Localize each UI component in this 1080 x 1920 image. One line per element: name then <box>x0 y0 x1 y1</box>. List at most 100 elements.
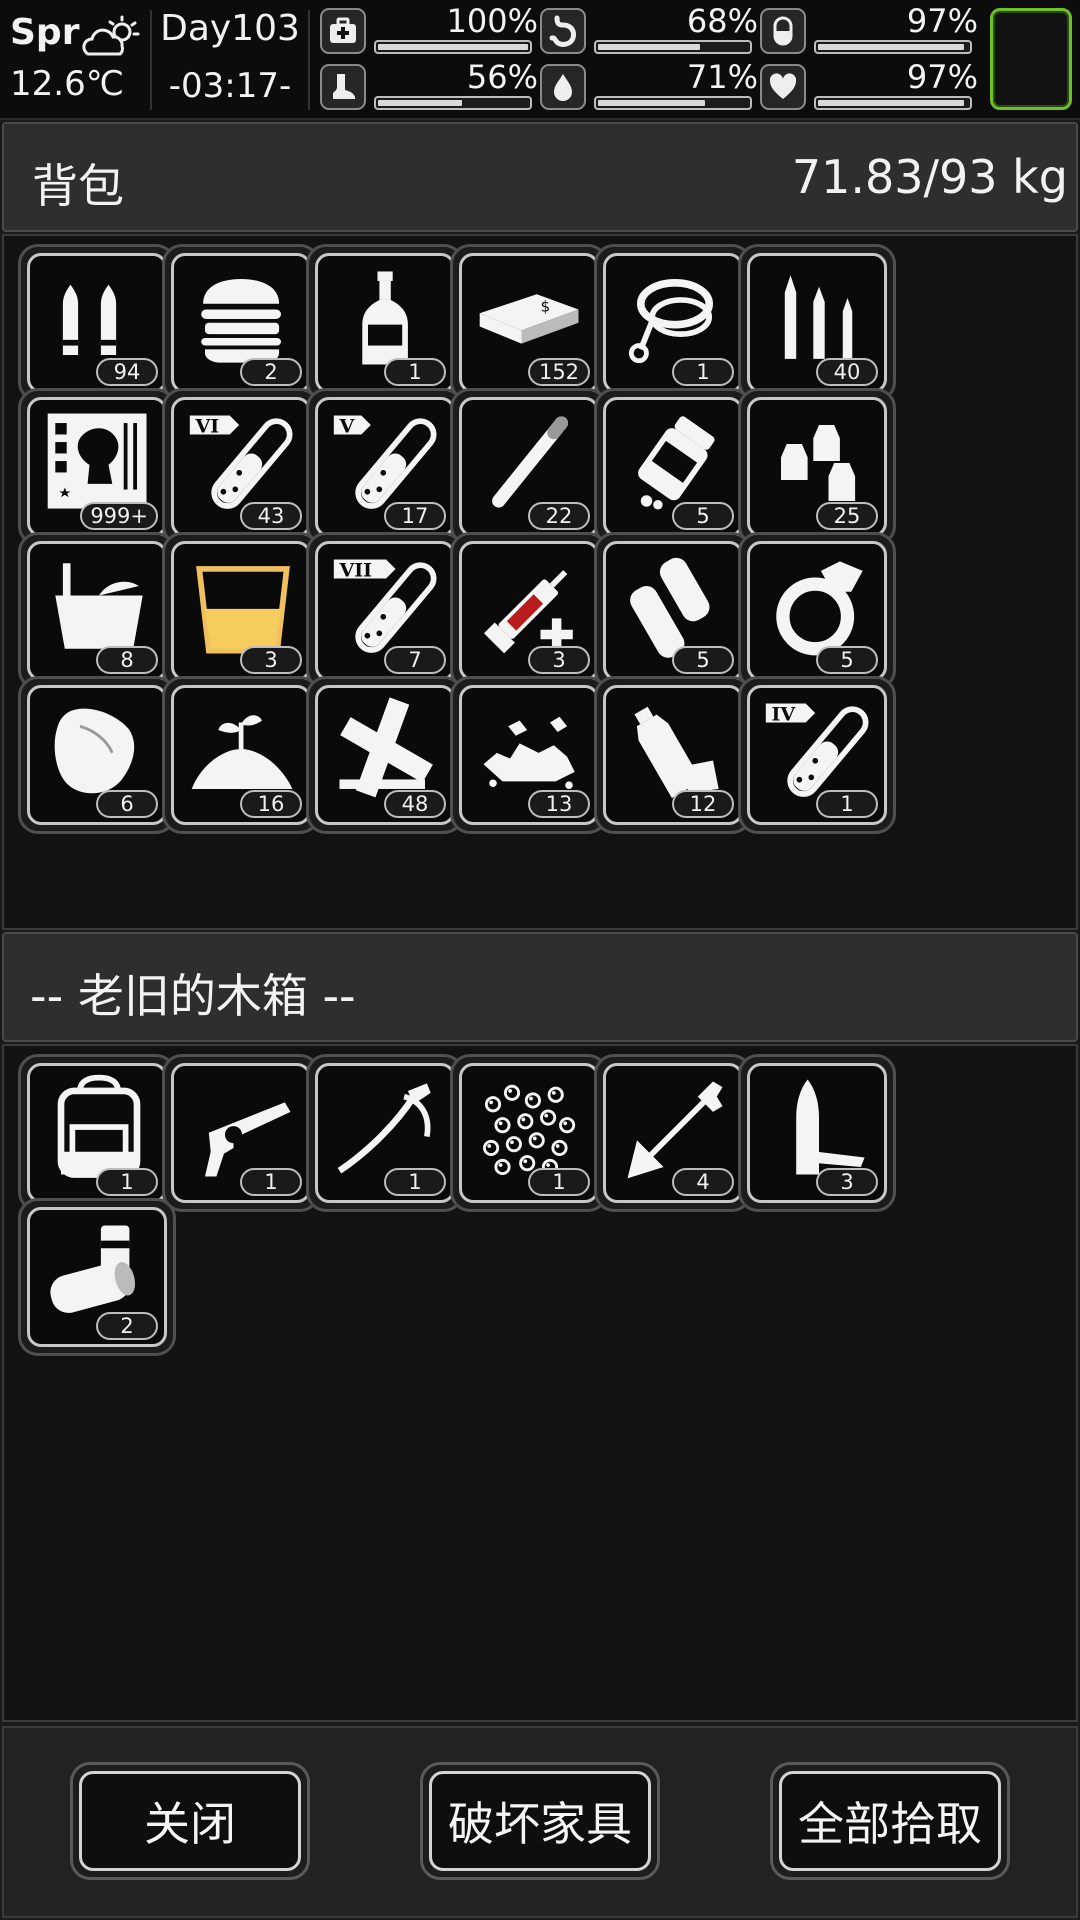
pill-bottle-icon <box>638 416 715 510</box>
item-slot[interactable]: 1 <box>18 1054 176 1212</box>
item-slot-frame: VI 43 <box>171 397 311 537</box>
item-slot[interactable]: 5 <box>594 388 752 546</box>
item-count-badge: 1 <box>96 1168 158 1196</box>
item-slot[interactable]: 2 <box>162 244 320 402</box>
item-slot[interactable]: 13 <box>450 676 608 834</box>
item-slot[interactable]: 48 <box>306 676 464 834</box>
svg-text:$: $ <box>541 297 551 315</box>
item-slot-frame: 94 <box>27 253 167 393</box>
burger-icon <box>201 279 281 363</box>
svg-text:V: V <box>339 416 356 438</box>
close-button[interactable]: 关闭 <box>70 1762 310 1880</box>
bucket-icon <box>55 563 143 649</box>
rope-icon <box>628 279 713 364</box>
item-slot[interactable]: $152 <box>450 244 608 402</box>
heart-icon <box>760 64 806 110</box>
backpack-title: 背包 <box>32 159 124 213</box>
cigarette-icon <box>492 416 569 508</box>
item-slot[interactable]: 3 <box>738 1054 896 1212</box>
cash-stack-icon: $ <box>479 294 579 344</box>
item-slot[interactable]: 4 <box>594 1054 752 1212</box>
item-count-badge: 43 <box>240 502 302 530</box>
item-slot[interactable]: V 17 <box>306 388 464 546</box>
item-slot-frame: 5 <box>603 541 743 681</box>
item-slot-frame: V 17 <box>315 397 455 537</box>
arrow-icon <box>627 1081 723 1179</box>
item-slot-frame: 1 <box>315 253 455 393</box>
item-count-badge: 5 <box>816 646 878 674</box>
item-slot[interactable]: VI 43 <box>162 388 320 546</box>
foot-icon <box>320 64 366 110</box>
item-count-badge: 2 <box>240 358 302 386</box>
item-slot[interactable]: 22 <box>450 388 608 546</box>
svg-text:IV: IV <box>772 704 797 726</box>
item-slot[interactable]: 6 <box>18 676 176 834</box>
item-slot-frame: 5 <box>747 541 887 681</box>
test-tube-vi-icon: VI <box>189 415 293 509</box>
test-tube-vii-icon: VII <box>333 559 437 653</box>
rifle-ammo-icon <box>784 275 853 359</box>
destroy-furniture-button[interactable]: 破坏家具 <box>420 1762 660 1880</box>
item-count-badge: 999+ <box>80 502 158 530</box>
container-grid[interactable]: 1 1 1 1 4 3 2 <box>2 1044 1078 1722</box>
item-slot[interactable]: 1 <box>306 1054 464 1212</box>
status-hud: Spr 12.6℃ Day103 -03:17- 100% 68% 97% 56… <box>0 0 1080 120</box>
item-slot-frame: $152 <box>459 253 599 393</box>
item-slot-frame: 4 <box>603 1063 743 1203</box>
item-slot[interactable]: 1 <box>450 1054 608 1212</box>
item-count-badge: 1 <box>672 358 734 386</box>
minimap-button[interactable] <box>990 8 1072 110</box>
item-slot[interactable]: 94 <box>18 244 176 402</box>
item-count-badge: 6 <box>96 790 158 818</box>
item-count-badge: 16 <box>240 790 302 818</box>
item-count-badge: 17 <box>384 502 446 530</box>
health-stat: 100% <box>320 2 540 60</box>
game-clock: -03:17- <box>168 66 292 106</box>
steel-balls-icon <box>483 1084 576 1176</box>
item-slot-frame: 25 <box>747 397 887 537</box>
item-slot[interactable]: 25 <box>738 388 896 546</box>
item-slot-frame: 1 <box>315 1063 455 1203</box>
item-count-badge: 25 <box>816 502 878 530</box>
item-count-badge: 48 <box>384 790 446 818</box>
hunger-bar <box>594 40 752 54</box>
item-slot[interactable]: VII 7 <box>306 532 464 690</box>
svg-text:VII: VII <box>339 560 373 582</box>
item-slot[interactable]: 3 <box>450 532 608 690</box>
item-slot[interactable]: IV 1 <box>738 676 896 834</box>
medkit-icon <box>320 8 366 54</box>
test-tube-iv-icon: IV <box>765 703 869 797</box>
item-slot[interactable]: 12 <box>594 676 752 834</box>
thirst-bar <box>594 96 752 110</box>
item-slot[interactable]: 999+ <box>18 388 176 546</box>
item-count-badge: 3 <box>528 646 590 674</box>
test-tube-v-icon: V <box>333 415 437 509</box>
item-slot-frame: VII 7 <box>315 541 455 681</box>
item-count-badge: 13 <box>528 790 590 818</box>
item-slot[interactable]: 2 <box>18 1198 176 1356</box>
item-slot[interactable]: 16 <box>162 676 320 834</box>
water-drop-icon <box>540 64 586 110</box>
backpack-grid[interactable]: 94 2 1 $152 1 40 999+ VI 43 V 17 22 5 25 8 3 VII 7 3 5 5 6 16 4… <box>2 234 1078 930</box>
hunger-stat: 68% <box>540 2 760 60</box>
temperature-label: 12.6℃ <box>10 64 124 104</box>
item-slot[interactable]: 8 <box>18 532 176 690</box>
cloth-roll-icon <box>630 557 710 658</box>
partly-cloudy-icon <box>82 15 140 56</box>
item-slot-frame: 6 <box>27 685 167 825</box>
item-slot[interactable]: 40 <box>738 244 896 402</box>
saber-icon <box>337 1083 431 1174</box>
item-slot[interactable]: 5 <box>594 532 752 690</box>
stamina-bar <box>374 96 532 110</box>
item-count-badge: 1 <box>528 1168 590 1196</box>
item-slot[interactable]: 3 <box>162 532 320 690</box>
hud-divider <box>308 10 310 110</box>
item-slot[interactable]: 5 <box>738 532 896 690</box>
hud-divider <box>150 10 152 110</box>
item-slot[interactable]: 1 <box>162 1054 320 1212</box>
item-slot[interactable]: 1 <box>594 244 752 402</box>
svg-text:VI: VI <box>195 416 220 438</box>
item-slot[interactable]: 1 <box>306 244 464 402</box>
health-value: 100% <box>446 2 538 40</box>
take-all-button[interactable]: 全部拾取 <box>770 1762 1010 1880</box>
